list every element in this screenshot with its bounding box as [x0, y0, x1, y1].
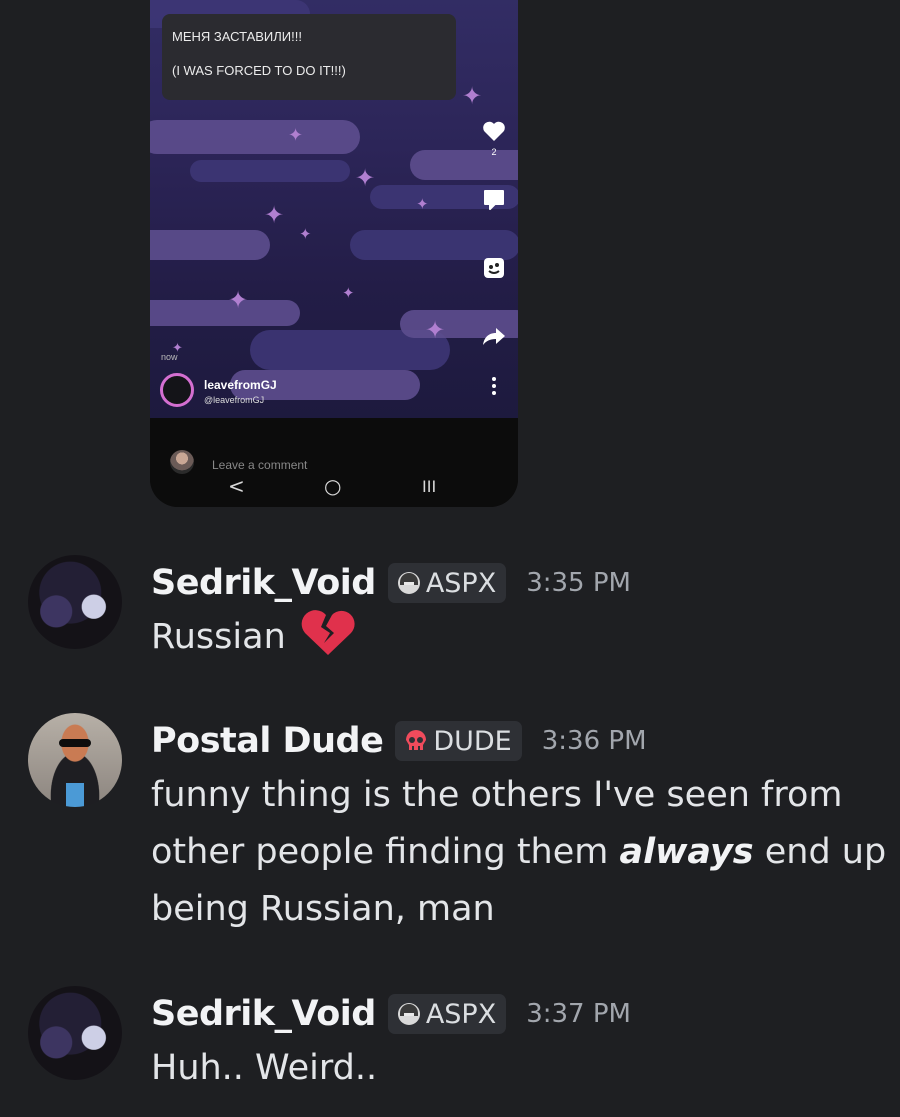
avatar[interactable]	[28, 555, 122, 649]
share-icon	[483, 328, 505, 345]
comment-icon	[484, 190, 504, 210]
caption-line: МЕНЯ ЗАСТАВИЛИ!!!	[172, 29, 302, 44]
sparkle-icon: ✦	[288, 125, 304, 146]
profile-name[interactable]: leavefromGJ	[204, 378, 277, 392]
sparkle-icon: ✦	[425, 316, 446, 344]
post-timestamp: now	[161, 352, 178, 362]
message-text: Russian	[151, 617, 286, 657]
username[interactable]: Postal Dude	[151, 721, 384, 761]
username[interactable]: Sedrik_Void	[151, 563, 376, 603]
chat-view: МЕНЯ ЗАСТАВИЛИ!!! (I WAS FORCED TO DO IT…	[0, 0, 900, 1117]
message-timestamp: 3:37 PM	[526, 999, 631, 1029]
sparkle-icon: ✦	[299, 225, 312, 243]
caption-box: МЕНЯ ЗАСТАВИЛИ!!! (I WAS FORCED TO DO IT…	[162, 14, 456, 100]
more-options-button[interactable]	[480, 376, 508, 400]
message-text: Huh.. Weird..	[151, 1048, 378, 1088]
message-content: funny thing is the others I've seen from…	[151, 767, 886, 938]
sparkle-icon: ✦	[416, 195, 429, 213]
message-line: funny thing is the others I've seen from	[151, 775, 843, 815]
broken-heart-icon	[301, 610, 355, 655]
recents-nav-icon[interactable]: III	[422, 477, 436, 496]
remix-button[interactable]	[480, 256, 508, 286]
server-tag[interactable]: ASPX	[387, 994, 507, 1034]
comment-bar: Leave a comment < ○ III	[150, 418, 518, 507]
profile-handle: @leavefromGJ	[204, 395, 265, 405]
message-content: Huh.. Weird..	[151, 1040, 377, 1097]
more-icon	[492, 377, 496, 395]
message-line: other people finding them always end up	[151, 832, 887, 872]
tag-label: ASPX	[425, 998, 497, 1030]
skull-icon	[403, 728, 429, 754]
comment-input[interactable]: Leave a comment	[212, 458, 307, 472]
sparkle-icon: ✦	[264, 201, 285, 229]
remix-icon	[484, 258, 504, 278]
sparkle-icon: ✦	[462, 82, 483, 110]
server-tag[interactable]: ASPX	[387, 563, 507, 603]
server-tag[interactable]: DUDE	[395, 721, 522, 761]
heart-icon	[483, 121, 505, 141]
message-timestamp: 3:35 PM	[526, 568, 631, 598]
comment-button[interactable]	[480, 188, 508, 216]
share-button[interactable]	[480, 326, 508, 350]
message-header: Sedrik_Void ASPX 3:37 PM	[151, 990, 631, 1038]
avatar[interactable]	[28, 713, 122, 807]
video-background: МЕНЯ ЗАСТАВИЛИ!!! (I WAS FORCED TO DO IT…	[150, 0, 518, 418]
caption-line: (I WAS FORCED TO DO IT!!!)	[172, 63, 346, 78]
avatar[interactable]	[28, 986, 122, 1080]
emphasis-text: always	[619, 832, 754, 872]
profile-avatar[interactable]	[160, 373, 194, 407]
message-header: Postal Dude DUDE 3:36 PM	[151, 717, 647, 765]
helmet-icon	[396, 1001, 422, 1027]
message-timestamp: 3:36 PM	[541, 726, 647, 756]
tag-label: ASPX	[425, 567, 497, 599]
message-line: being Russian, man	[151, 889, 495, 929]
like-button[interactable]: 2	[480, 120, 508, 157]
image-attachment[interactable]: МЕНЯ ЗАСТАВИЛИ!!! (I WAS FORCED TO DO IT…	[150, 0, 518, 507]
sparkle-icon: ✦	[342, 284, 355, 302]
tag-label: DUDE	[433, 725, 512, 757]
message-header: Sedrik_Void ASPX 3:35 PM	[151, 559, 631, 607]
message-content: Russian	[151, 609, 355, 666]
like-count: 2	[491, 147, 497, 157]
username[interactable]: Sedrik_Void	[151, 994, 376, 1034]
back-nav-icon[interactable]: <	[228, 474, 245, 498]
sparkle-icon: ✦	[228, 286, 249, 314]
helmet-icon	[396, 570, 422, 596]
home-nav-icon[interactable]: ○	[324, 474, 341, 498]
sparkle-icon: ✦	[355, 164, 376, 192]
user-avatar	[170, 450, 194, 474]
